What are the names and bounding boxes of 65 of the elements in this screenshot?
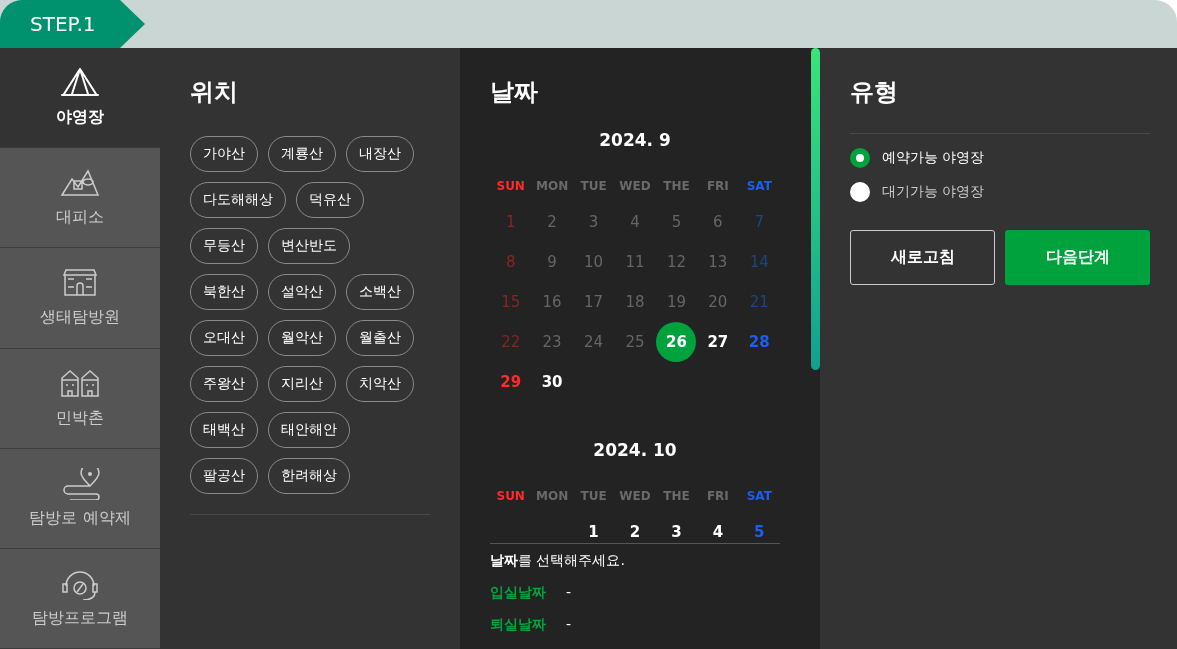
sidebar-item[interactable]: 야영장	[0, 48, 160, 149]
calendar-day[interactable]: 1	[573, 512, 614, 543]
calendar-day: 20	[697, 282, 738, 322]
calendar-day: 19	[656, 282, 697, 322]
calendar-day: 17	[573, 282, 614, 322]
option-label: 예약가능 야영장	[882, 149, 985, 167]
weekday-label: SAT	[745, 488, 773, 505]
calendar-day: 5	[656, 202, 697, 242]
weekday-label: TUE	[579, 178, 608, 195]
calendar-day: 22	[490, 322, 531, 362]
calendar-day: 1	[490, 202, 531, 242]
calendar-day: 6	[697, 202, 738, 242]
refresh-button[interactable]: 새로고침	[850, 230, 995, 285]
houses-icon	[60, 367, 100, 400]
calendar-day: 12	[656, 242, 697, 282]
calendar-day: 10	[573, 242, 614, 282]
calendar-day: 23	[532, 322, 573, 362]
calendar-day: 21	[739, 282, 780, 322]
field-label: 입실날짜	[490, 584, 546, 602]
calendar-day[interactable]: 4	[697, 512, 738, 543]
radio-button[interactable]	[850, 148, 870, 168]
date-prompt: 날짜를 선택해주세요.	[490, 552, 626, 570]
calendar-day: 24	[573, 322, 614, 362]
weekday-label: MON	[535, 178, 570, 195]
field-value: -	[566, 584, 572, 602]
weekday-label: MON	[535, 488, 570, 505]
calendar-day: 7	[739, 202, 780, 242]
calendar-day[interactable]: 29	[490, 362, 531, 402]
calendar-day: 11	[615, 242, 655, 282]
calendar-day: 13	[697, 242, 738, 282]
calendar-day: 8	[490, 242, 531, 282]
weekday-label: WED	[618, 488, 652, 505]
weekday-label: SAT	[745, 178, 773, 195]
calendar-day: 3	[573, 202, 614, 242]
option-label: 대기가능 야영장	[882, 183, 985, 201]
weekday-label: SUN	[495, 488, 526, 505]
section-title: 날짜	[490, 77, 539, 108]
weekday-label: FRI	[705, 488, 730, 505]
calendar-day[interactable]: 30	[532, 362, 573, 402]
calendar-day[interactable]: 27	[697, 322, 738, 362]
weekday-label: WED	[618, 178, 652, 195]
trail-icon	[60, 467, 100, 500]
calendar-day: 25	[615, 322, 655, 362]
weekday-label: FRI	[705, 178, 730, 195]
calendar-day: 4	[615, 202, 655, 242]
scrollbar-thumb[interactable]	[811, 48, 820, 370]
month-title: 2024. 10	[592, 439, 678, 462]
weekday-label: TUE	[579, 488, 608, 505]
calendar-day[interactable]: 3	[656, 512, 697, 543]
field-label: 퇴실날짜	[490, 616, 546, 634]
calendar-day: 14	[739, 242, 780, 282]
weekday-label: THE	[662, 488, 691, 505]
weekday-label: THE	[662, 178, 691, 195]
section-title: 위치	[190, 77, 239, 108]
calendar-day[interactable]: 2	[615, 512, 655, 543]
calendar-day: 18	[615, 282, 655, 322]
calendar-day: 9	[532, 242, 573, 282]
month-title: 2024. 9	[598, 129, 672, 152]
calendar-day: 2	[532, 202, 573, 242]
calendar-day: 15	[490, 282, 531, 322]
weekday-label: SUN	[495, 178, 526, 195]
radio-button[interactable]	[850, 182, 870, 202]
calendar-day: 16	[532, 282, 573, 322]
field-value: -	[566, 616, 572, 634]
section-title: 유형	[850, 77, 899, 108]
